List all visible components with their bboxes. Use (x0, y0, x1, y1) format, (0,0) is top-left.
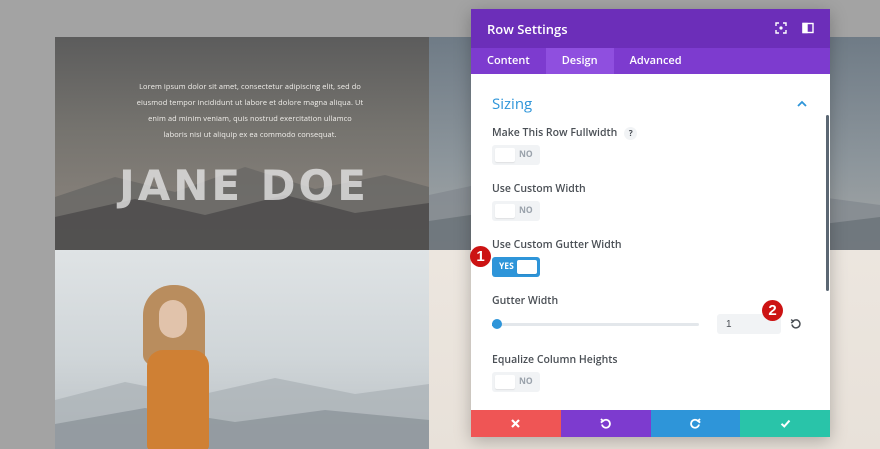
hero-paragraph: Lorem ipsum dolor sit amet, consectetur … (136, 82, 364, 140)
fullwidth-toggle[interactable]: NO (492, 145, 540, 165)
modal-header: Row Settings (471, 9, 830, 48)
portrait-face (159, 300, 187, 338)
row-settings-modal: Row Settings Content Design Advanced Siz… (471, 9, 830, 437)
field-fullwidth: Make This Row Fullwidth ? NO (492, 126, 809, 165)
custom-gutter-label: Use Custom Gutter Width (492, 238, 622, 252)
slider-handle[interactable] (492, 319, 502, 329)
undo-button[interactable] (560, 410, 651, 437)
modal-tabs: Content Design Advanced (471, 48, 830, 74)
gutter-width-slider[interactable] (492, 319, 699, 329)
gutter-width-label: Gutter Width (492, 294, 559, 308)
field-custom-width: Use Custom Width NO (492, 182, 809, 221)
equalize-toggle[interactable]: NO (492, 372, 540, 392)
custom-gutter-toggle[interactable]: YES (492, 257, 540, 277)
check-icon (780, 419, 790, 428)
undo-icon (600, 418, 611, 429)
custom-width-label: Use Custom Width (492, 182, 586, 196)
field-custom-gutter: Use Custom Gutter Width YES (492, 238, 809, 277)
modal-footer (471, 410, 830, 437)
sizing-section-header[interactable]: Sizing (492, 94, 809, 114)
hero-name-heading: JANE DOE (119, 161, 369, 210)
settings-body: Sizing Make This Row Fullwidth ? NO Use … (471, 74, 830, 410)
close-icon (511, 419, 521, 428)
fullscreen-icon[interactable] (774, 21, 788, 35)
fog-mountains (55, 378, 429, 449)
modal-title: Row Settings (487, 19, 568, 38)
discard-button[interactable] (471, 410, 561, 437)
save-button[interactable] (740, 410, 830, 437)
tab-content[interactable]: Content (471, 48, 546, 74)
field-gutter-width: Gutter Width (492, 294, 809, 335)
custom-width-toggle[interactable]: NO (492, 201, 540, 221)
equalize-label: Equalize Column Heights (492, 353, 618, 367)
sidebar-toggle-icon[interactable] (801, 21, 815, 35)
tab-design[interactable]: Design (545, 48, 614, 74)
fullwidth-label: Make This Row Fullwidth (492, 126, 618, 140)
chevron-up-icon[interactable] (795, 97, 809, 111)
callout-badge-1: 1 (470, 246, 491, 267)
section-title: Sizing (492, 94, 533, 114)
tab-advanced[interactable]: Advanced (614, 48, 698, 74)
redo-button[interactable] (650, 410, 741, 437)
scrollbar[interactable] (826, 115, 829, 291)
help-icon[interactable]: ? (624, 126, 638, 140)
reset-icon[interactable] (790, 318, 802, 330)
callout-badge-2: 2 (762, 300, 783, 321)
redo-icon (690, 418, 701, 429)
portrait-sweater (147, 350, 209, 449)
field-equalize: Equalize Column Heights NO (492, 353, 809, 392)
